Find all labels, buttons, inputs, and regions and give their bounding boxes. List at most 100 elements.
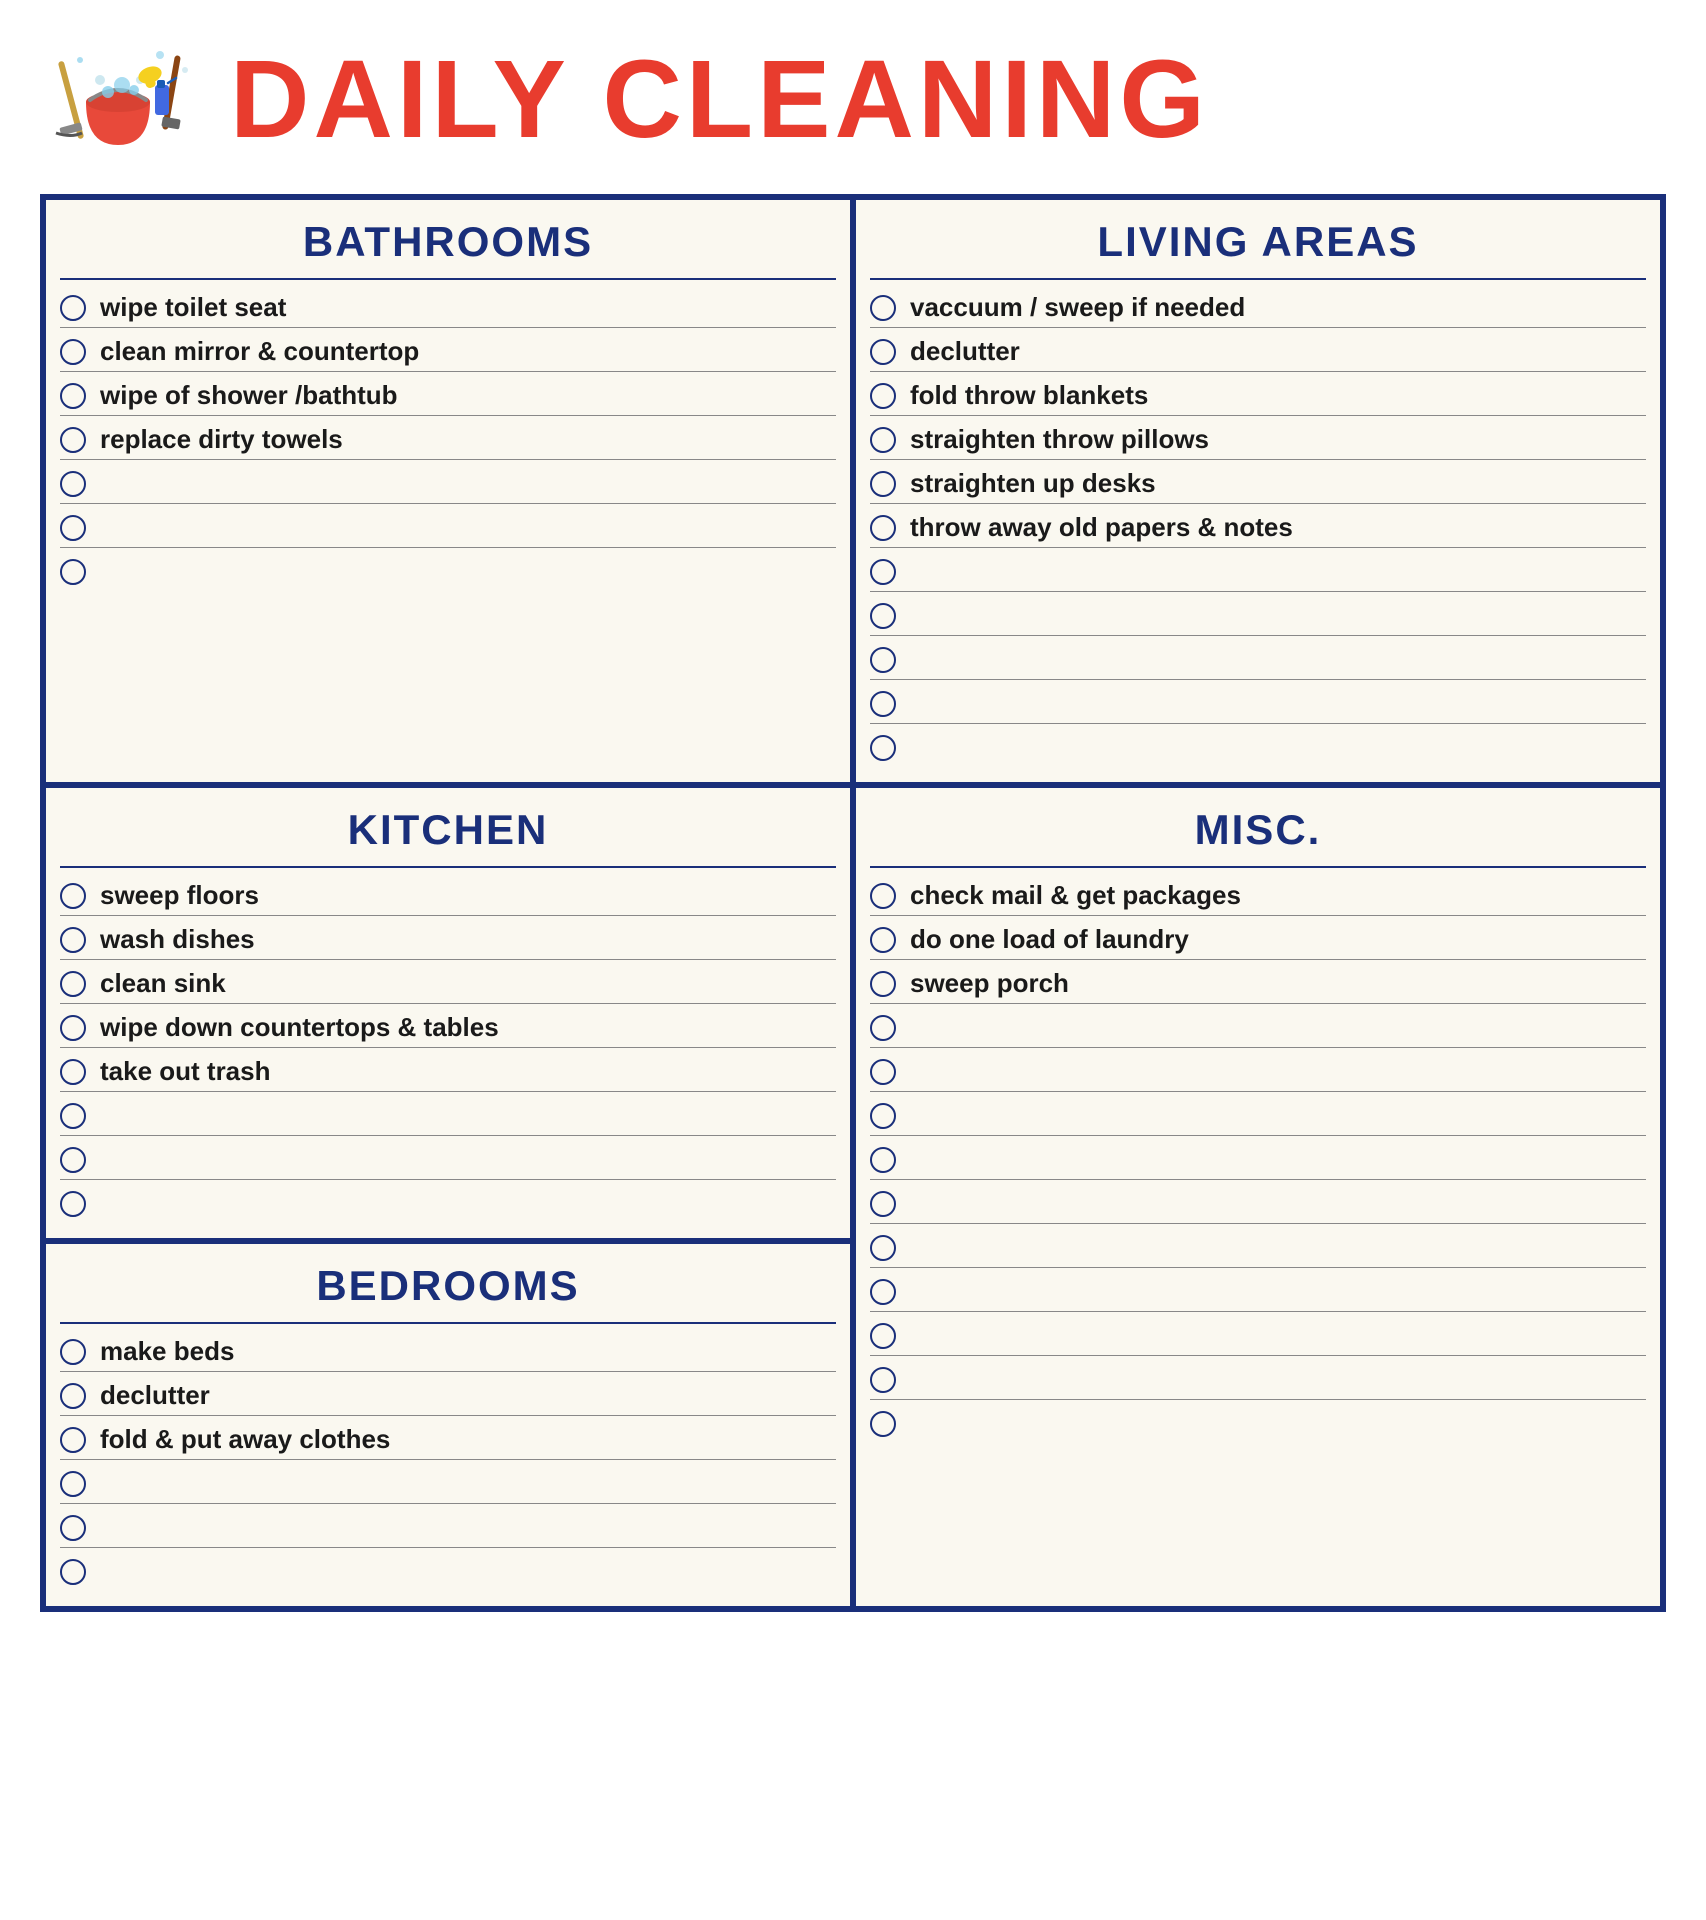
list-item[interactable]: [60, 460, 836, 504]
item-label: fold & put away clothes: [100, 1424, 390, 1455]
list-item[interactable]: declutter: [870, 328, 1646, 372]
checkbox[interactable]: [870, 1191, 896, 1217]
list-item[interactable]: take out trash: [60, 1048, 836, 1092]
list-item[interactable]: [60, 1548, 836, 1592]
list-item[interactable]: make beds: [60, 1328, 836, 1372]
list-item[interactable]: [870, 680, 1646, 724]
list-item[interactable]: [870, 1004, 1646, 1048]
list-item[interactable]: check mail & get packages: [870, 872, 1646, 916]
checkbox[interactable]: [870, 691, 896, 717]
checkbox[interactable]: [870, 471, 896, 497]
list-item[interactable]: replace dirty towels: [60, 416, 836, 460]
checkbox[interactable]: [60, 515, 86, 541]
list-item[interactable]: vaccuum / sweep if needed: [870, 284, 1646, 328]
list-item[interactable]: [60, 504, 836, 548]
list-item[interactable]: [870, 548, 1646, 592]
checkbox[interactable]: [60, 1383, 86, 1409]
item-label: replace dirty towels: [100, 424, 343, 455]
checkbox[interactable]: [60, 1191, 86, 1217]
checkbox[interactable]: [870, 1323, 896, 1349]
checkbox[interactable]: [870, 383, 896, 409]
checkbox[interactable]: [870, 559, 896, 585]
item-label: [100, 468, 107, 499]
checkbox[interactable]: [60, 559, 86, 585]
list-item[interactable]: declutter: [60, 1372, 836, 1416]
checkbox[interactable]: [870, 971, 896, 997]
checkbox[interactable]: [60, 1559, 86, 1585]
checkbox[interactable]: [870, 1235, 896, 1261]
list-item[interactable]: [870, 1180, 1646, 1224]
list-item[interactable]: [870, 1092, 1646, 1136]
checkbox[interactable]: [870, 1147, 896, 1173]
checkbox[interactable]: [60, 883, 86, 909]
checkbox[interactable]: [870, 1411, 896, 1437]
list-item[interactable]: [60, 1136, 836, 1180]
list-item[interactable]: [60, 1180, 836, 1224]
checkbox[interactable]: [870, 647, 896, 673]
checkbox[interactable]: [60, 383, 86, 409]
checkbox[interactable]: [870, 295, 896, 321]
checkbox[interactable]: [870, 1367, 896, 1393]
list-item[interactable]: sweep floors: [60, 872, 836, 916]
checkbox[interactable]: [870, 1103, 896, 1129]
list-item[interactable]: [870, 592, 1646, 636]
checkbox[interactable]: [60, 471, 86, 497]
checkbox[interactable]: [870, 1279, 896, 1305]
checkbox[interactable]: [870, 883, 896, 909]
list-item[interactable]: [60, 1504, 836, 1548]
list-item[interactable]: fold throw blankets: [870, 372, 1646, 416]
item-label: take out trash: [100, 1056, 271, 1087]
list-item[interactable]: clean sink: [60, 960, 836, 1004]
checkbox[interactable]: [60, 295, 86, 321]
list-item[interactable]: wash dishes: [60, 916, 836, 960]
list-item[interactable]: wipe toilet seat: [60, 284, 836, 328]
list-item[interactable]: fold & put away clothes: [60, 1416, 836, 1460]
checkbox[interactable]: [870, 427, 896, 453]
checkbox[interactable]: [60, 1427, 86, 1453]
list-item[interactable]: sweep porch: [870, 960, 1646, 1004]
list-item[interactable]: [870, 724, 1646, 768]
list-item[interactable]: straighten up desks: [870, 460, 1646, 504]
list-item[interactable]: do one load of laundry: [870, 916, 1646, 960]
item-label: [910, 1409, 917, 1440]
cleaning-icon: [50, 30, 210, 170]
list-item[interactable]: [60, 548, 836, 592]
checkbox[interactable]: [60, 927, 86, 953]
kitchen-title: KITCHEN: [46, 788, 850, 866]
checkbox[interactable]: [60, 1515, 86, 1541]
list-item[interactable]: [870, 1136, 1646, 1180]
checkbox[interactable]: [870, 1059, 896, 1085]
list-item[interactable]: [60, 1460, 836, 1504]
checkbox[interactable]: [870, 735, 896, 761]
checkbox[interactable]: [870, 515, 896, 541]
list-item[interactable]: [870, 1400, 1646, 1444]
checkbox[interactable]: [60, 1015, 86, 1041]
list-item[interactable]: straighten throw pillows: [870, 416, 1646, 460]
list-item[interactable]: [870, 636, 1646, 680]
list-item[interactable]: clean mirror & countertop: [60, 328, 836, 372]
list-item[interactable]: [870, 1224, 1646, 1268]
checkbox[interactable]: [60, 971, 86, 997]
item-label: [910, 1320, 917, 1351]
list-item[interactable]: throw away old papers & notes: [870, 504, 1646, 548]
list-item[interactable]: wipe down countertops & tables: [60, 1004, 836, 1048]
list-item[interactable]: [60, 1092, 836, 1136]
checkbox[interactable]: [870, 927, 896, 953]
checkbox[interactable]: [60, 1339, 86, 1365]
list-item[interactable]: [870, 1356, 1646, 1400]
item-label: [100, 1144, 107, 1175]
checkbox[interactable]: [870, 603, 896, 629]
checkbox[interactable]: [60, 1471, 86, 1497]
checkbox[interactable]: [870, 1015, 896, 1041]
checkbox[interactable]: [870, 339, 896, 365]
page-title: DAILY CLEANING: [230, 45, 1209, 155]
checkbox[interactable]: [60, 1059, 86, 1085]
checkbox[interactable]: [60, 1103, 86, 1129]
checkbox[interactable]: [60, 339, 86, 365]
list-item[interactable]: [870, 1312, 1646, 1356]
checkbox[interactable]: [60, 1147, 86, 1173]
list-item[interactable]: wipe of shower /bathtub: [60, 372, 836, 416]
list-item[interactable]: [870, 1268, 1646, 1312]
checkbox[interactable]: [60, 427, 86, 453]
list-item[interactable]: [870, 1048, 1646, 1092]
